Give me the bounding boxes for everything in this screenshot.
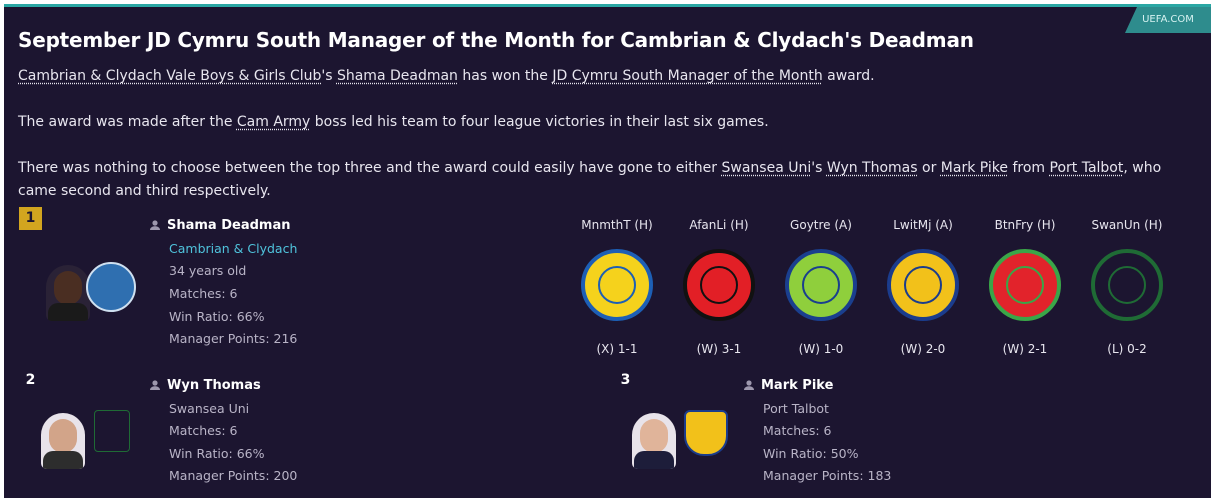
fixture-column[interactable]: AfanLi (H) (W) 3-1: [669, 218, 769, 356]
fixture-opponent: Goytre (A): [790, 218, 852, 232]
manager-link[interactable]: Mark Pike: [941, 160, 1008, 176]
text: The award was made after the: [18, 114, 237, 130]
crest-graphic: [581, 249, 653, 321]
text: or: [917, 160, 941, 176]
opponent-crest[interactable]: [886, 248, 960, 322]
manager-photo[interactable]: [632, 413, 676, 469]
person-icon: [150, 380, 160, 390]
fixture-opponent: MnmthT (H): [581, 218, 653, 232]
opponent-crest[interactable]: [1090, 248, 1164, 322]
manager-name-label: Wyn Thomas: [167, 378, 261, 393]
fixture-result: (W) 3-1: [696, 342, 742, 356]
crest-outer: [581, 249, 653, 321]
news-panel: UEFA.COM September JD Cymru South Manage…: [4, 4, 1211, 498]
crest-outer: [683, 249, 755, 321]
manager-name[interactable]: Shama Deadman: [150, 218, 291, 233]
manager-name-label: Mark Pike: [761, 378, 834, 393]
rank-badge: 1: [19, 207, 42, 230]
crest-inner: [1108, 266, 1146, 304]
fixture-result: (W) 1-0: [798, 342, 844, 356]
fixture-result: (W) 2-1: [1002, 342, 1048, 356]
person-icon: [150, 220, 160, 230]
manager-win-ratio: Win Ratio: 50%: [763, 446, 859, 461]
opponent-crest[interactable]: [784, 248, 858, 322]
manager-name[interactable]: Mark Pike: [744, 378, 833, 393]
club-badge[interactable]: [86, 262, 136, 312]
manager-points: Manager Points: 183: [763, 468, 892, 483]
fixture-column[interactable]: SwanUn (H) (L) 0-2: [1077, 218, 1177, 356]
crest-graphic: [1091, 249, 1163, 321]
award-link[interactable]: JD Cymru South Manager of the Month: [552, 68, 822, 84]
manager-matches: Matches: 6: [169, 286, 238, 301]
fixture-opponent: AfanLi (H): [689, 218, 749, 232]
fixture-result: (L) 0-2: [1107, 342, 1147, 356]
face-head: [49, 419, 77, 453]
manager-photo[interactable]: [46, 265, 90, 321]
fixture-opponent: SwanUn (H): [1091, 218, 1163, 232]
crest-graphic: [989, 249, 1061, 321]
person-icon: [744, 380, 754, 390]
text: 's: [321, 68, 337, 84]
manager-photo[interactable]: [41, 413, 85, 469]
crest-outer: [989, 249, 1061, 321]
club-badge[interactable]: [684, 410, 728, 456]
text: There was nothing to choose between the …: [18, 160, 722, 176]
opponent-crest[interactable]: [682, 248, 756, 322]
source-tab[interactable]: UEFA.COM: [1125, 7, 1211, 33]
club-link[interactable]: Cambrian & Clydach Vale Boys & Girls Clu…: [18, 68, 321, 84]
manager-club[interactable]: Port Talbot: [763, 401, 829, 416]
fixture-opponent: LwitMj (A): [893, 218, 953, 232]
opponent-crest[interactable]: [580, 248, 654, 322]
fixture-column[interactable]: Goytre (A) (W) 1-0: [771, 218, 871, 356]
manager-matches: Matches: 6: [169, 423, 238, 438]
fixture-result: (W) 2-0: [900, 342, 946, 356]
text: boss led his team to four league victori…: [310, 114, 769, 130]
crest-graphic: [785, 249, 857, 321]
manager-points: Manager Points: 216: [169, 331, 298, 346]
crest-outer: [1091, 249, 1163, 321]
manager-link[interactable]: Wyn Thomas: [827, 160, 918, 176]
manager-link[interactable]: Shama Deadman: [337, 68, 458, 84]
manager-club-link[interactable]: Cambrian & Clydach: [169, 241, 297, 256]
face-head: [640, 419, 668, 453]
text: from: [1008, 160, 1050, 176]
paragraph-1: Cambrian & Clydach Vale Boys & Girls Clu…: [18, 65, 1188, 88]
manager-name[interactable]: Wyn Thomas: [150, 378, 261, 393]
club-badge[interactable]: [94, 410, 130, 452]
fixture-column[interactable]: BtnFry (H) (W) 2-1: [975, 218, 1075, 356]
manager-win-ratio: Win Ratio: 66%: [169, 309, 265, 324]
club-link[interactable]: Swansea Uni: [722, 160, 812, 176]
text: award.: [822, 68, 875, 84]
manager-age: 34 years old: [169, 263, 247, 278]
nickname-link[interactable]: Cam Army: [237, 114, 310, 130]
manager-win-ratio: Win Ratio: 66%: [169, 446, 265, 461]
crest-outer: [887, 249, 959, 321]
face-body: [634, 451, 674, 469]
text: 's: [811, 160, 827, 176]
rank-badge: 2: [25, 372, 36, 388]
manager-points: Manager Points: 200: [169, 468, 298, 483]
manager-matches: Matches: 6: [763, 423, 832, 438]
face-body: [43, 451, 83, 469]
headline: September JD Cymru South Manager of the …: [18, 28, 974, 52]
face-body: [48, 303, 88, 321]
crest-graphic: [683, 249, 755, 321]
manager-club[interactable]: Swansea Uni: [169, 401, 249, 416]
manager-name-label: Shama Deadman: [167, 218, 291, 233]
fixture-column[interactable]: LwitMj (A) (W) 2-0: [873, 218, 973, 356]
fixture-result: (X) 1-1: [596, 342, 638, 356]
opponent-crest[interactable]: [988, 248, 1062, 322]
paragraph-2: The award was made after the Cam Army bo…: [18, 111, 1188, 134]
face-head: [54, 271, 82, 305]
fixture-opponent: BtnFry (H): [994, 218, 1056, 232]
rank-badge: 3: [620, 372, 631, 388]
club-link[interactable]: Port Talbot: [1050, 160, 1124, 176]
crest-outer: [785, 249, 857, 321]
fixture-column[interactable]: MnmthT (H) (X) 1-1: [567, 218, 667, 356]
paragraph-3: There was nothing to choose between the …: [18, 157, 1188, 203]
text: has won the: [457, 68, 553, 84]
crest-graphic: [887, 249, 959, 321]
